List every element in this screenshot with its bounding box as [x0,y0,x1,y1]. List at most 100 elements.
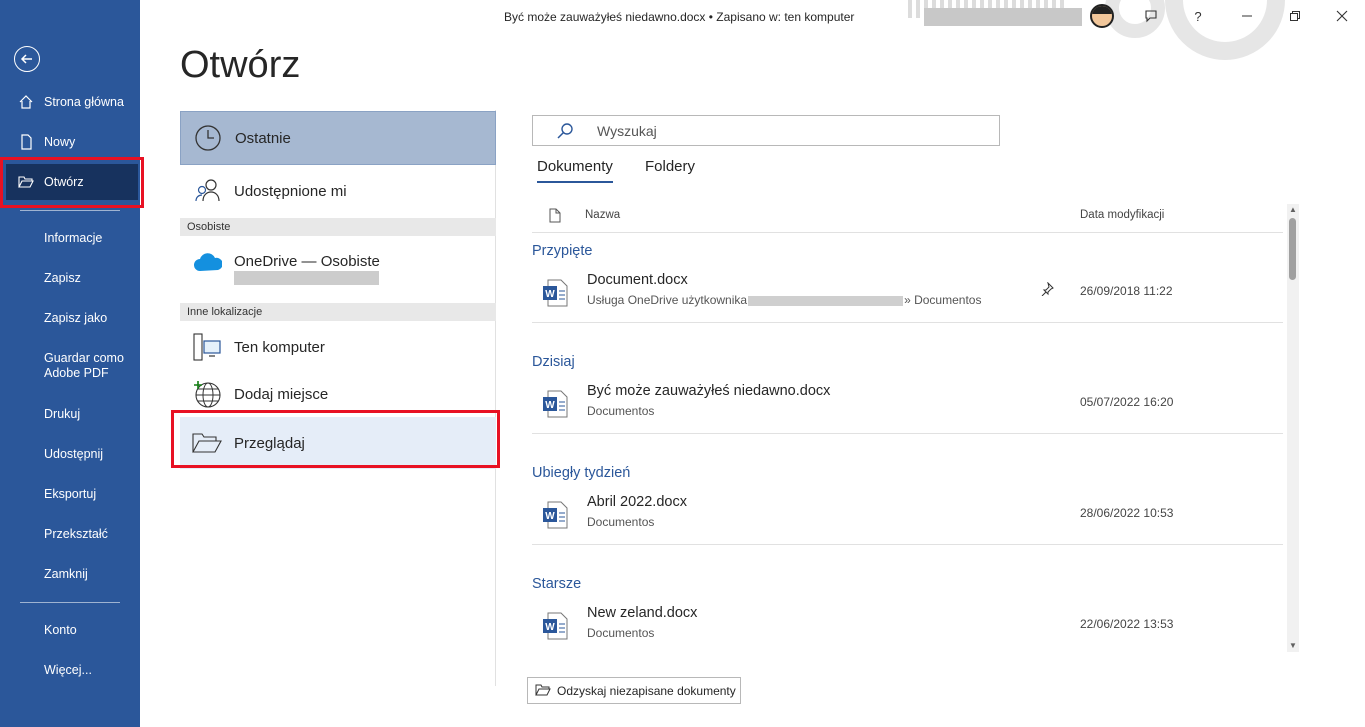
folder-open-icon [192,433,222,453]
feedback-button[interactable] [1140,6,1162,26]
file-row[interactable]: W New zeland.docx Documentos 22/06/2022 … [532,600,1283,656]
location-recent[interactable]: Ostatnie [180,111,496,165]
computer-icon [193,333,221,361]
file-name: Abril 2022.docx [587,494,687,510]
back-button[interactable] [14,46,40,72]
sidebar-item-save[interactable]: Zapisz [0,260,140,296]
sidebar-divider [20,602,120,603]
group-title-older: Starsze [532,576,582,592]
group-title-last-week: Ubiegły tydzień [532,465,631,481]
sidebar-item-home[interactable]: Strona główna [0,84,140,120]
group-title-pinned: Przypięte [532,243,593,259]
header-divider [532,232,1283,233]
tab-folders[interactable]: Foldery [645,158,695,181]
minimize-button[interactable] [1236,6,1258,26]
redacted-account-email [234,271,379,285]
file-name: New zeland.docx [587,605,698,621]
file-modified-date: 28/06/2022 10:53 [1080,506,1174,520]
redacted-username [924,8,1082,26]
location-label: Udostępnione mi [234,182,347,200]
onedrive-cloud-icon [194,253,222,271]
section-header-other-locations: Inne lokalizacje [180,303,496,321]
sidebar-item-print[interactable]: Drukuj [0,396,140,432]
sidebar-item-save-as[interactable]: Zapisz jako [0,300,140,336]
sidebar-item-account[interactable]: Konto [0,612,140,648]
sidebar-item-more[interactable]: Więcej... [0,652,140,688]
sidebar-item-close[interactable]: Zamknij [0,556,140,592]
word-document-icon: W [543,501,568,529]
sidebar-item-label: Informacje [44,230,103,245]
file-list-scrollbar[interactable]: ▲ ▼ [1287,204,1299,652]
sidebar-divider [20,210,120,211]
location-add-place[interactable]: Dodaj miejsce [180,370,496,418]
sidebar-item-new[interactable]: Nowy [0,124,140,160]
location-shared-with-me[interactable]: Udostępnione mi [180,167,496,215]
location-label: Ten komputer [234,338,325,356]
pin-icon[interactable] [1040,282,1054,296]
file-row[interactable]: W Abril 2022.docx Documentos 28/06/2022 … [532,489,1283,545]
help-button[interactable]: ? [1187,6,1209,26]
page-title: Otwórz [180,44,301,86]
file-modified-date: 26/09/2018 11:22 [1080,284,1173,298]
sidebar-item-share[interactable]: Udostępnij [0,436,140,472]
backstage-sidebar: Strona główna Nowy Otwórz Informacje Zap… [0,0,140,727]
file-path: Documentos [587,515,655,529]
scroll-down-arrow-icon[interactable]: ▼ [1288,641,1298,651]
sidebar-item-info[interactable]: Informacje [0,220,140,256]
word-document-icon: W [543,279,568,307]
file-path: Documentos [587,404,655,418]
sidebar-item-label: Strona główna [44,94,124,109]
location-label: Ostatnie [235,129,291,147]
group-title-today: Dzisiaj [532,354,575,370]
sidebar-item-label: Więcej... [44,662,92,677]
sidebar-item-export[interactable]: Eksportuj [0,476,140,512]
recover-button-label: Odzyskaj niezapisane dokumenty [557,683,736,698]
feedback-icon [1145,10,1157,23]
search-input[interactable] [597,122,977,139]
column-header-name[interactable]: Nazwa [585,209,620,221]
file-row[interactable]: W Document.docx Usługa OneDrive użytkown… [532,267,1283,323]
minimize-icon [1242,15,1252,17]
sidebar-item-label: Eksportuj [44,486,97,501]
clock-icon [195,125,221,151]
location-this-pc[interactable]: Ten komputer [180,323,496,371]
sidebar-item-save-as-pdf[interactable]: Guardar como Adobe PDF [0,346,140,386]
restore-button[interactable] [1284,6,1306,26]
column-header-modified[interactable]: Data modyfikacji [1080,209,1164,221]
folder-open-icon [18,176,34,188]
scroll-up-arrow-icon[interactable]: ▲ [1288,205,1298,215]
file-type-icon [549,208,561,223]
sidebar-item-transform[interactable]: Przekształć [0,516,140,552]
recover-unsaved-documents-button[interactable]: Odzyskaj niezapisane dokumenty [527,677,741,704]
location-list: Ostatnie Udostępnione mi Osobiste OneDri… [180,110,496,686]
location-browse[interactable]: Przeglądaj [180,417,496,469]
search-icon [557,122,573,139]
tab-documents[interactable]: Dokumenty [537,158,613,183]
file-name: Być może zauważyłeś niedawno.docx [587,383,831,399]
sidebar-item-label: Drukuj [44,406,81,421]
file-row[interactable]: W Być może zauważyłeś niedawno.docx Docu… [532,378,1283,434]
svg-text:W: W [545,511,555,522]
file-modified-date: 22/06/2022 13:53 [1080,617,1174,631]
search-box[interactable] [532,115,1000,146]
add-place-globe-icon [194,381,221,408]
word-document-icon: W [543,390,568,418]
sidebar-item-label: Konto [44,622,77,637]
close-button[interactable] [1331,6,1353,26]
title-decoration [1165,0,1285,60]
redacted-path [748,295,904,306]
svg-text:W: W [545,622,555,633]
arrow-left-icon [20,54,32,64]
people-icon [195,179,220,202]
sidebar-item-label: Guardar como Adobe PDF [44,351,124,380]
avatar[interactable] [1090,4,1114,28]
file-modified-date: 05/07/2022 16:20 [1080,395,1174,409]
help-icon: ? [1194,8,1202,24]
location-label: OneDrive — Osobiste [234,253,380,270]
location-label: Przeglądaj [234,434,305,452]
svg-text:W: W [545,400,555,411]
scroll-thumb[interactable] [1289,218,1296,280]
file-path: Documentos [587,626,655,640]
sidebar-item-label: Nowy [44,134,76,149]
sidebar-item-open[interactable]: Otwórz [6,164,138,200]
